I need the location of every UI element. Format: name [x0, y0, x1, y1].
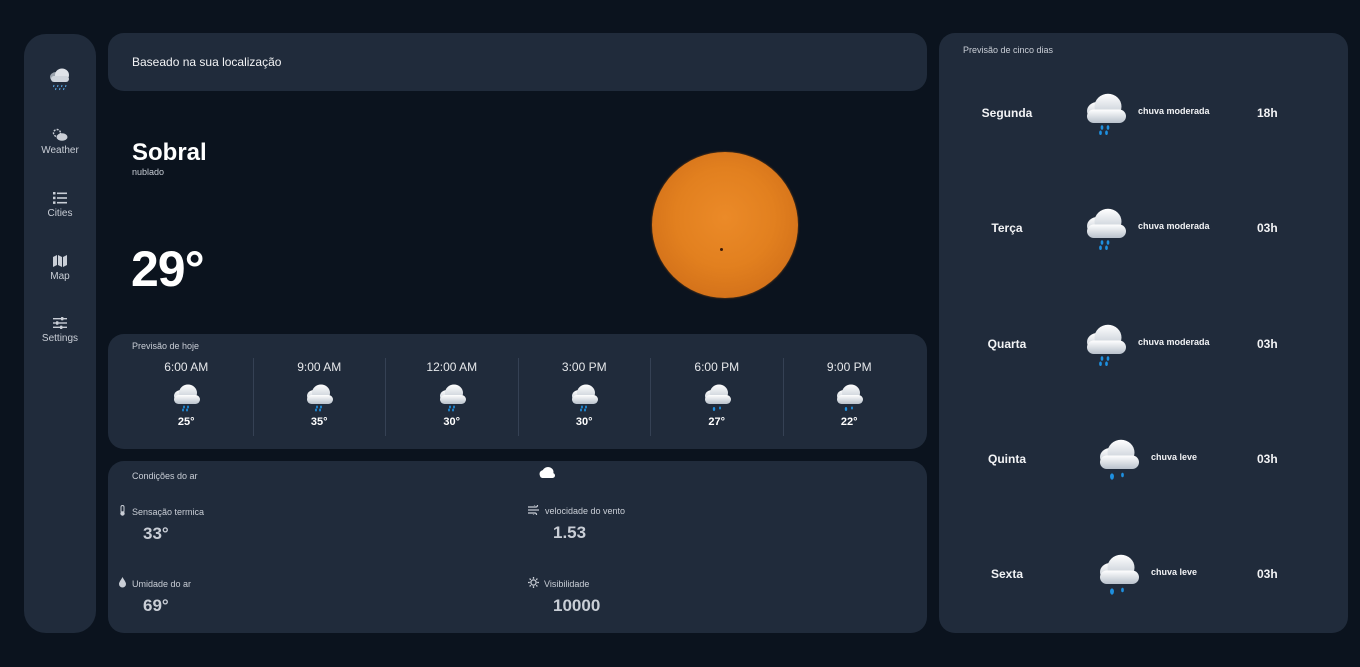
current-temperature: 29° [131, 241, 205, 297]
forecast-description: chuva leve [1151, 452, 1198, 462]
thermometer-icon [118, 505, 127, 518]
hour-temperature: 27° [708, 416, 726, 428]
hour-item: 9:00 PM 22° [782, 358, 916, 436]
forecast-hour: 03h [1257, 452, 1278, 466]
sidebar-item-label: Cities [47, 208, 73, 219]
sidebar-item-label: Settings [41, 333, 79, 344]
forecast-day: Sexta [990, 567, 1024, 581]
hour-time: 6:00 AM [164, 360, 209, 374]
location-bar: Baseado na sua localização [108, 33, 927, 91]
forecast-description: chuva moderada [1138, 221, 1210, 231]
air-conditions-title: Condições do ar [132, 471, 198, 481]
metric-visibility: Visibilidade 10000 [528, 577, 600, 616]
weather-condition: nublado [132, 167, 165, 177]
forecast-description: chuva leve [1151, 567, 1198, 577]
hour-temperature: 30° [575, 416, 593, 428]
sidebar-item-settings[interactable]: Settings [24, 316, 96, 344]
forecast-day: Quarta [987, 337, 1027, 351]
hour-time: 3:00 PM [561, 360, 607, 374]
metric-value: 33° [143, 524, 169, 543]
forecast-description: chuva moderada [1138, 106, 1210, 116]
cloud-rain-icon [1081, 321, 1129, 374]
five-day-forecast-panel: Previsão de cinco dias Segunda chuva mod… [939, 33, 1348, 633]
air-conditions-panel: Condições do ar Sensação termica 33° vel… [108, 461, 927, 633]
forecast-day: Segunda [981, 106, 1033, 120]
sidebar-item-cities[interactable]: Cities [24, 191, 96, 219]
hour-item: 6:00 PM 27° [650, 358, 783, 436]
today-forecast-panel: Previsão de hoje 6:00 AM 25° 9:00 AM 35°… [108, 334, 927, 449]
hour-item: 12:00 AM 30° [385, 358, 518, 436]
sidebar-item-map[interactable]: Map [24, 254, 96, 282]
hour-temperature: 35° [310, 416, 328, 428]
five-day-title: Previsão de cinco dias [963, 45, 1054, 55]
cloud-rain-icon [1081, 90, 1129, 143]
metric-value: 10000 [553, 596, 601, 615]
forecast-row: Segunda chuva moderada 18h [939, 90, 1348, 140]
list-icon [52, 191, 68, 205]
sidebar-item-weather[interactable]: Weather [24, 128, 96, 156]
forecast-day: Quinta [988, 452, 1026, 466]
cloud-rain-icon [568, 382, 600, 412]
metric-label: Sensação termica [132, 506, 205, 517]
cloud-sun-icon [52, 128, 68, 142]
map-icon [52, 254, 68, 268]
hour-time: 9:00 AM [297, 360, 342, 374]
hour-time: 9:00 PM [826, 360, 872, 374]
hour-item: 6:00 AM 25° [120, 358, 253, 436]
metric-feels-like: Sensação termica 33° [118, 505, 204, 544]
cloud-rain-icon [24, 66, 96, 92]
metric-value: 1.53 [553, 523, 587, 542]
hour-temperature: 25° [177, 416, 195, 428]
cloud-drizzle-icon [833, 382, 865, 412]
location-text: Baseado na sua localização [132, 55, 282, 69]
cloud-rain-icon [170, 382, 202, 412]
forecast-hour: 03h [1257, 337, 1278, 351]
forecast-row: Terça chuva moderada 03h [939, 205, 1348, 255]
droplet-icon [118, 577, 127, 590]
hour-temperature: 22° [840, 416, 858, 428]
cloud-rain-icon [1081, 205, 1129, 258]
metric-label: velocidade do vento [545, 506, 626, 516]
today-forecast-title: Previsão de hoje [132, 341, 200, 351]
cloud-drizzle-icon [1094, 436, 1142, 489]
forecast-day: Terça [991, 221, 1023, 235]
forecast-row: Sexta chuva leve 03h [939, 551, 1348, 601]
forecast-row: Quarta chuva moderada 03h [939, 321, 1348, 371]
wind-icon [528, 503, 540, 517]
cloud-rain-icon [436, 382, 468, 412]
forecast-hour: 03h [1257, 567, 1278, 581]
cloud-rain-icon [303, 382, 335, 412]
forecast-description: chuva moderada [1138, 337, 1210, 347]
metric-label: Umidade do ar [132, 578, 192, 589]
metric-label: Visibilidade [544, 578, 590, 589]
hour-item: 9:00 AM 35° [252, 358, 386, 436]
forecast-hour: 18h [1257, 106, 1278, 120]
metric-humidity: Umidade do ar 69° [118, 577, 191, 616]
cloud-drizzle-icon [701, 382, 733, 412]
hour-time: 6:00 PM [694, 360, 740, 374]
hourly-list: 6:00 AM 25° 9:00 AM 35° 12:00 AM 30° 3:0… [108, 358, 927, 436]
cloud-drizzle-icon [1094, 551, 1142, 604]
city-name: Sobral [132, 139, 207, 166]
sidebar-item-label: Map [50, 271, 70, 282]
metric-value: 69° [143, 596, 169, 615]
forecast-row: Quinta chuva leve 03h [939, 436, 1348, 486]
hour-time: 12:00 AM [426, 360, 478, 374]
hour-item: 3:00 PM 30° [517, 358, 651, 436]
sun-gear-icon [528, 577, 539, 590]
metric-wind-speed: velocidade do vento 1.53 [528, 503, 626, 543]
sidebar-item-label: Weather [41, 145, 79, 156]
sun-image [652, 152, 798, 298]
sidebar: Weather Cities Map Settings [24, 34, 96, 633]
hour-temperature: 30° [443, 416, 461, 428]
sliders-icon [52, 316, 68, 330]
forecast-hour: 03h [1257, 221, 1278, 235]
cloud-icon [538, 466, 556, 485]
